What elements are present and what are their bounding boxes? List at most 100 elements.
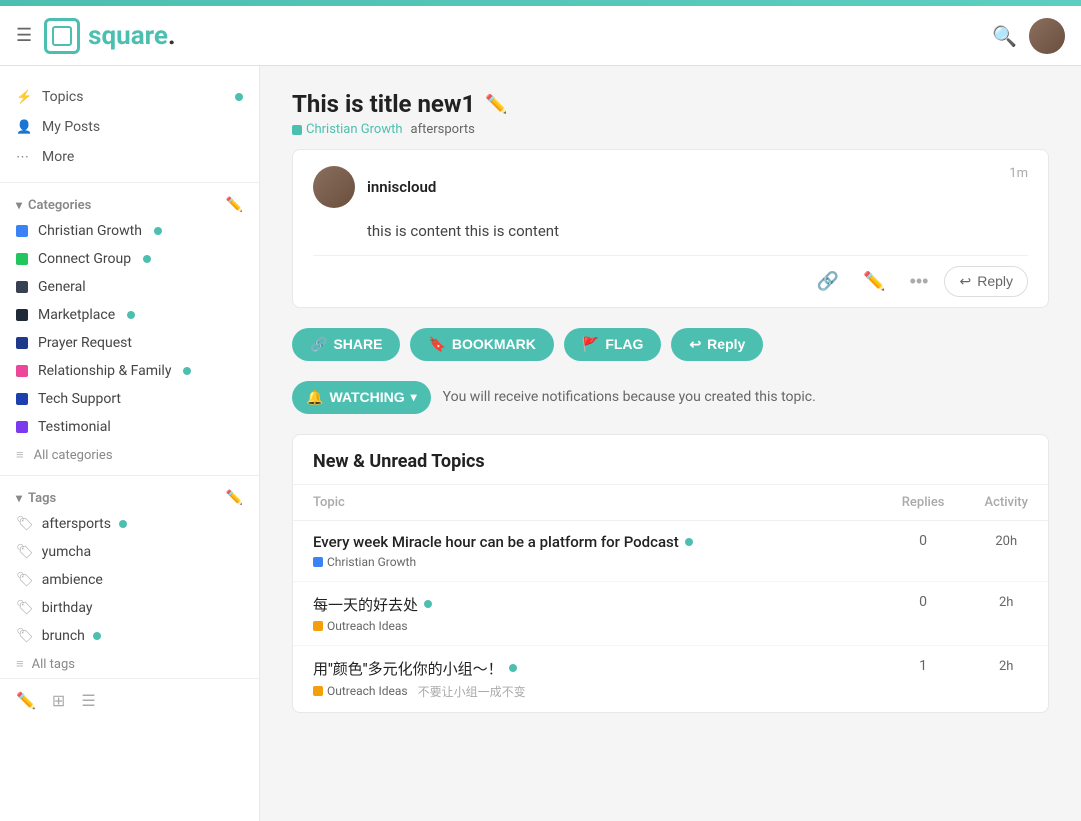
sidebar-item-topics[interactable]: ⚡ Topics	[0, 82, 259, 112]
watching-dropdown-icon[interactable]: ▾	[411, 390, 417, 404]
main-content: This is title new1 ✏️ Christian Growth a…	[260, 66, 1081, 821]
share-button[interactable]: 🔗 SHARE	[292, 328, 400, 361]
cat-item-general[interactable]: General	[0, 273, 259, 301]
share-icon: 🔗	[310, 336, 327, 353]
topic-cat-1: Christian Growth	[313, 555, 862, 569]
topic-title-2: 每一天的好去处	[313, 594, 862, 615]
post-actions: 🔗 ✏️ ••• ↩ Reply	[293, 256, 1048, 307]
logo-dot: .	[168, 21, 176, 51]
topic-replies-1: 0	[882, 520, 965, 581]
tag-label-aftersports: aftersports	[42, 516, 111, 532]
bottom-reply-button[interactable]: ↩ Reply	[671, 328, 763, 361]
tags-chevron[interactable]: ▾	[16, 491, 22, 505]
more-icon-btn[interactable]: •••	[902, 267, 937, 296]
sidebar-nav: ⚡ Topics 👤 My Posts ⋯ More	[0, 78, 259, 176]
cat-badge-marketplace	[127, 311, 135, 319]
topic-text-2: 每一天的好去处	[313, 594, 418, 615]
link-icon-btn[interactable]: 🔗	[809, 267, 847, 296]
bookmark-button[interactable]: 🔖 BOOKMARK	[410, 328, 553, 361]
cat-item-tech-support[interactable]: Tech Support	[0, 385, 259, 413]
topics-badge	[235, 93, 243, 101]
post-cat-indicator	[292, 125, 302, 135]
tag-yumcha[interactable]: 🏷 yumcha	[0, 538, 259, 566]
tag-aftersports[interactable]: 🏷 aftersports	[0, 510, 259, 538]
topic-activity-3: 2h	[964, 645, 1048, 712]
header: ☰ square. 🔍	[0, 6, 1081, 66]
cat-badge-relationship	[183, 367, 191, 375]
cat-label-christian-growth: Christian Growth	[38, 223, 142, 239]
post-category[interactable]: Christian Growth	[292, 122, 403, 137]
all-tags-icon: ≡	[16, 656, 24, 672]
sidebar-item-myposts[interactable]: 👤 My Posts	[0, 112, 259, 142]
cat-dot-christian-growth	[16, 225, 28, 237]
post-card: inniscloud 1m this is content this is co…	[292, 149, 1049, 308]
myposts-icon: 👤	[16, 120, 32, 135]
share-label: SHARE	[333, 336, 382, 352]
topic-title-3: 用"颜色"多元化你的小组～！	[313, 658, 862, 679]
post-avatar	[313, 166, 355, 208]
sidebar-item-more[interactable]: ⋯ More	[0, 142, 259, 172]
cat-badge-christian-growth	[154, 227, 162, 235]
body: ⚡ Topics 👤 My Posts ⋯ More ▾ Categ	[0, 66, 1081, 821]
reply-label: Reply	[977, 273, 1013, 289]
tags-section-header: ▾ Tags ✏️	[0, 482, 259, 510]
topic-tag-3: 不要让小组一成不变	[418, 683, 526, 700]
tag-icon-ambience: 🏷	[16, 572, 34, 588]
compose-icon[interactable]: ✏️	[16, 691, 36, 710]
cat-item-prayer[interactable]: Prayer Request	[0, 329, 259, 357]
topics-table: Topic Replies Activity Every week Miracl…	[293, 485, 1048, 712]
tag-dot-aftersports	[119, 520, 127, 528]
categories-label: Categories	[28, 198, 91, 213]
topic-activity-1: 20h	[964, 520, 1048, 581]
tag-icon-yumcha: 🏷	[16, 544, 34, 560]
tag-ambience[interactable]: 🏷 ambience	[0, 566, 259, 594]
logo: square.	[44, 18, 175, 54]
table-row[interactable]: 用"颜色"多元化你的小组～！ Outreach Ideas 不要让小组一成不变 …	[293, 645, 1048, 712]
cat-item-christian-growth[interactable]: Christian Growth	[0, 217, 259, 245]
cat-label-testimonial: Testimonial	[38, 419, 111, 435]
cat-label-tech-support: Tech Support	[38, 391, 121, 407]
topic-title-1: Every week Miracle hour can be a platfor…	[313, 533, 862, 551]
cat-item-connect-group[interactable]: Connect Group	[0, 245, 259, 273]
categories-chevron[interactable]: ▾	[16, 198, 22, 212]
sidebar-all-categories[interactable]: ≡ All categories	[0, 441, 259, 469]
table-row[interactable]: 每一天的好去处 Outreach Ideas 0 2h	[293, 581, 1048, 645]
cat-label-relationship: Relationship & Family	[38, 363, 171, 379]
sidebar-topics-label: Topics	[42, 89, 225, 105]
tag-birthday[interactable]: 🏷 birthday	[0, 594, 259, 622]
sidebar-all-tags[interactable]: ≡ All tags	[0, 650, 259, 678]
hamburger-icon[interactable]: ☰	[16, 25, 32, 46]
categories-header-left: ▾ Categories	[16, 198, 91, 213]
bottom-reply-label: Reply	[707, 336, 745, 352]
cat-item-testimonial[interactable]: Testimonial	[0, 413, 259, 441]
tags-edit-icon[interactable]: ✏️	[226, 490, 243, 506]
avatar[interactable]	[1029, 18, 1065, 54]
cat-label-connect-group: Connect Group	[38, 251, 131, 267]
table-row[interactable]: Every week Miracle hour can be a platfor…	[293, 520, 1048, 581]
search-icon[interactable]: 🔍	[992, 24, 1017, 48]
topic-cell-1: Every week Miracle hour can be a platfor…	[293, 520, 882, 581]
grid-icon[interactable]: ⊞	[52, 691, 65, 710]
watching-button[interactable]: 🔔 WATCHING ▾	[292, 381, 431, 414]
post-reply-button[interactable]: ↩ Reply	[944, 266, 1028, 297]
all-tags-label: All tags	[32, 657, 75, 672]
unread-topics-section: New & Unread Topics Topic Replies Activi…	[292, 434, 1049, 713]
col-topic: Topic	[293, 485, 882, 521]
sidebar-more-label: More	[42, 149, 243, 165]
tag-label-ambience: ambience	[42, 572, 103, 588]
list-icon[interactable]: ☰	[81, 691, 95, 710]
cat-item-marketplace[interactable]: Marketplace	[0, 301, 259, 329]
flag-button[interactable]: 🚩 FLAG	[564, 328, 662, 361]
cat-dot-relationship	[16, 365, 28, 377]
post-edit-icon[interactable]: ✏️	[485, 94, 507, 115]
cat-item-relationship[interactable]: Relationship & Family	[0, 357, 259, 385]
categories-edit-icon[interactable]: ✏️	[226, 197, 243, 213]
divider-1	[0, 182, 259, 183]
topics-icon: ⚡	[16, 90, 32, 105]
cat-dot-tech-support	[16, 393, 28, 405]
cat-dot-testimonial	[16, 421, 28, 433]
watching-label: WATCHING	[329, 389, 404, 405]
app: ☰ square. 🔍 ⚡ Topics	[0, 0, 1081, 821]
tag-brunch[interactable]: 🏷 brunch	[0, 622, 259, 650]
edit-icon-btn[interactable]: ✏️	[855, 267, 893, 296]
